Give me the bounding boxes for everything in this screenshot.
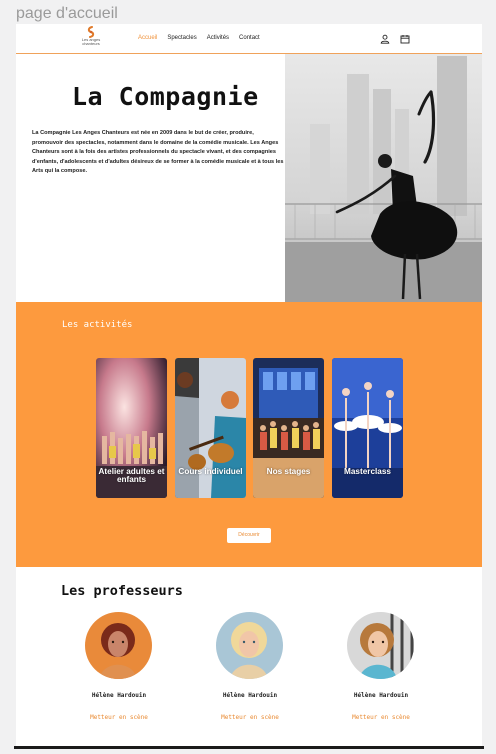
- teacher-name: Hélène Hardouin: [91, 692, 147, 699]
- activity-card-label: Masterclass: [344, 467, 391, 476]
- bottom-bar: [14, 746, 484, 749]
- calendar-icon[interactable]: [400, 34, 410, 44]
- homepage: Les anges chanteurs Accueil Spectacles A…: [16, 24, 482, 749]
- nav-item-activites[interactable]: Activités: [207, 35, 229, 41]
- logo-line-2: chanteurs: [82, 41, 100, 46]
- avatar: [347, 612, 414, 679]
- activity-card-cours[interactable]: Cours individuel: [175, 358, 246, 498]
- hero-title: La Compagnie: [72, 82, 259, 111]
- nav-item-contact[interactable]: Contact: [239, 35, 260, 41]
- nav-item-spectacles[interactable]: Spectacles: [167, 35, 196, 41]
- activities-title: Les activités: [62, 320, 133, 330]
- user-icon[interactable]: [380, 34, 390, 44]
- activity-card-masterclass[interactable]: Masterclass: [332, 358, 403, 498]
- teacher-name: Hélène Hardouin: [222, 692, 278, 699]
- site-header: Les anges chanteurs Accueil Spectacles A…: [16, 24, 482, 54]
- teacher-role: Metteur en scène: [221, 714, 279, 721]
- activity-card-label: Cours individuel: [178, 467, 243, 476]
- hero-section: La Compagnie La Compagnie Les Anges Chan…: [16, 54, 482, 302]
- stages-photo: [253, 358, 324, 498]
- teachers-section: Les professeurs Hélène Hardouin Metteur …: [16, 567, 482, 749]
- activities-section: Les activités Atelier adultes et enfants…: [16, 302, 482, 567]
- avatar: [85, 612, 152, 679]
- activity-card-label: Atelier adultes et enfants: [98, 467, 165, 484]
- activity-card-atelier[interactable]: Atelier adultes et enfants: [96, 358, 167, 498]
- teacher-role: Metteur en scène: [90, 714, 148, 721]
- teacher-name: Hélène Hardouin: [353, 692, 409, 699]
- teachers-title: Les professeurs: [61, 583, 183, 599]
- avatar: [216, 612, 283, 679]
- cours-photo: [175, 358, 246, 498]
- logo[interactable]: Les anges chanteurs: [78, 26, 104, 50]
- discover-button[interactable]: Découvrir: [227, 528, 271, 543]
- hero-description: La Compagnie Les Anges Chanteurs est née…: [32, 130, 284, 175]
- masterclass-photo: [332, 358, 403, 498]
- hero-dancer-photo: [285, 54, 482, 302]
- teacher-role: Metteur en scène: [352, 714, 410, 721]
- main-nav: Accueil Spectacles Activités Contact: [138, 35, 260, 41]
- activity-card-label: Nos stages: [266, 467, 311, 476]
- activity-card-stages[interactable]: Nos stages: [253, 358, 324, 498]
- frame-label: page d'accueil: [16, 5, 118, 22]
- nav-item-accueil[interactable]: Accueil: [138, 35, 157, 41]
